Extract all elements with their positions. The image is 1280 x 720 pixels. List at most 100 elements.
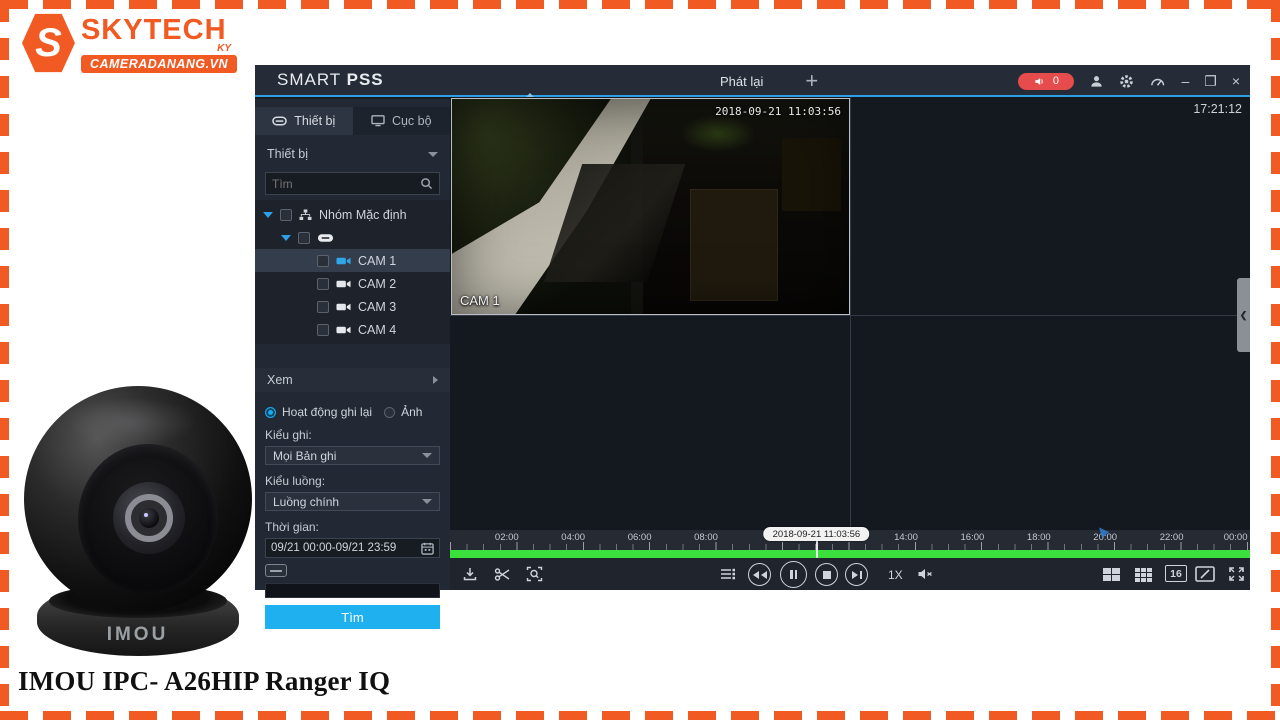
monitor-icon: [371, 115, 385, 127]
timeline-playhead[interactable]: [816, 541, 818, 558]
imou-camera-product-photo: IMOU: [15, 386, 260, 662]
custom-split-icon: [1195, 566, 1215, 582]
cam2-checkbox[interactable]: [317, 277, 329, 290]
product-caption: IMOU IPC- A26HIP Ranger IQ: [18, 666, 391, 696]
device-checkbox[interactable]: [298, 231, 310, 244]
cctv-street-scene: [452, 99, 849, 314]
record-type-select[interactable]: Mọi Bản ghi: [265, 446, 440, 465]
scissors-icon: [494, 567, 509, 581]
rewind-button[interactable]: [748, 563, 771, 586]
camera-lens-pupil: [139, 508, 159, 528]
add-tab-button[interactable]: +: [805, 70, 818, 92]
cam3-checkbox[interactable]: [317, 300, 329, 313]
camera-icon: [336, 326, 351, 333]
view-section-header[interactable]: Xem: [255, 368, 450, 392]
frame-border-top: [0, 0, 1280, 9]
custom-split-button[interactable]: [1195, 564, 1215, 584]
brand-smart: SMART: [277, 70, 341, 89]
mute-button[interactable]: [915, 564, 935, 584]
alarm-count: 0: [1052, 75, 1060, 87]
chevron-right-icon: [433, 376, 438, 384]
device-filter-label: Thiết bị: [267, 147, 308, 161]
minimize-button[interactable]: –: [1181, 74, 1189, 88]
alarm-counter-badge[interactable]: 0: [1018, 72, 1075, 90]
fullscreen-icon: [1228, 567, 1244, 581]
radio-picture[interactable]: [384, 406, 396, 418]
device-search-box[interactable]: [265, 172, 440, 195]
stop-button[interactable]: [815, 563, 838, 586]
split-16-label: 16: [1170, 567, 1182, 580]
tree-cam-row-4[interactable]: CAM 4: [255, 318, 450, 341]
radio-record-activity-label: Hoạt động ghi lại: [282, 405, 373, 419]
close-button[interactable]: ×: [1232, 74, 1240, 88]
camera-icon: [336, 280, 351, 287]
stream-type-label: Kiểu luồng:: [265, 474, 326, 488]
smart-search-button[interactable]: [524, 564, 544, 584]
stream-type-select[interactable]: Luồng chính: [265, 492, 440, 511]
maximize-button[interactable]: ❐: [1204, 74, 1217, 88]
timeline-current-time: 2018-09-21 11:03:56: [772, 528, 861, 540]
download-button[interactable]: [460, 564, 480, 584]
playback-timeline[interactable]: 02:00 04:00 06:00 08:00 14:00 16:00 18:0…: [450, 524, 1250, 558]
sidebar-tab-local[interactable]: Cục bộ: [352, 107, 450, 135]
user-icon[interactable]: [1089, 74, 1104, 89]
smartpss-window: SMART PSS Phát lại + 0 – ❐ × 17:21:12 Th…: [255, 65, 1250, 629]
group-checkbox[interactable]: [280, 208, 292, 221]
split-4-button[interactable]: [1101, 564, 1121, 584]
calendar-icon[interactable]: [421, 542, 434, 555]
tree-group-row[interactable]: Nhóm Mặc định: [255, 203, 450, 226]
time-range-input[interactable]: [271, 542, 417, 554]
cam1-checkbox[interactable]: [317, 254, 329, 267]
settings-gear-icon[interactable]: [1119, 74, 1134, 89]
fullscreen-button[interactable]: [1226, 564, 1246, 584]
playback-speed[interactable]: 1X: [888, 568, 903, 582]
chevron-down-icon: [428, 151, 438, 157]
panel-collapse-handle[interactable]: ❮: [1237, 278, 1250, 352]
tree-expand-icon[interactable]: [281, 234, 291, 241]
play-settings-button[interactable]: [718, 564, 738, 584]
tree-cam-row-3[interactable]: CAM 3: [255, 295, 450, 318]
device-search-input[interactable]: [272, 176, 420, 191]
tree-cam-row-2[interactable]: CAM 2: [255, 272, 450, 295]
camera-icon: [336, 257, 351, 264]
split-16-button[interactable]: 16: [1165, 565, 1187, 582]
next-frame-button[interactable]: [845, 563, 868, 586]
camera-brand-text: IMOU: [106, 624, 169, 645]
tree-cam-row-1[interactable]: CAM 1: [255, 249, 450, 272]
radio-picture-label: Ảnh: [401, 405, 423, 419]
tab-playback[interactable]: Phát lại: [720, 74, 763, 89]
speaker-icon: [1035, 77, 1043, 85]
view-label: Xem: [267, 373, 293, 387]
grid-9-icon: [1134, 567, 1152, 582]
device-filter-dropdown[interactable]: Thiết bị: [255, 142, 450, 166]
clip-button[interactable]: [492, 564, 512, 584]
video-cell-cam1[interactable]: 2018-09-21 11:03:56 CAM 1: [451, 98, 850, 315]
search-icon[interactable]: [420, 177, 433, 190]
timeline-major-ticks: [450, 542, 1250, 550]
time-range-field[interactable]: [265, 538, 440, 558]
sidebar-tab-device[interactable]: Thiết bị: [255, 107, 353, 135]
timeline-recorded-bar[interactable]: [450, 550, 1250, 558]
tree-device-row[interactable]: [255, 226, 450, 249]
search-button[interactable]: Tìm: [265, 605, 440, 629]
tree-expand-icon[interactable]: [263, 211, 273, 218]
timeline-current-time-pill[interactable]: 2018-09-21 11:03:56: [763, 527, 870, 541]
tree-cam4-label: CAM 4: [358, 322, 397, 337]
pause-button[interactable]: [780, 561, 807, 588]
muted-speaker-icon: [918, 569, 932, 579]
grid-divider-horizontal: [450, 315, 1250, 316]
stop-icon: [822, 570, 831, 579]
video-osd-timestamp: 2018-09-21 11:03:56: [715, 105, 841, 118]
brand-pss: PSS: [346, 70, 384, 89]
titlebar: SMART PSS Phát lại + 0 – ❐ ×: [255, 65, 1250, 98]
split-9-button[interactable]: [1133, 564, 1153, 584]
tree-cam2-label: CAM 2: [358, 276, 397, 291]
grid-4-icon: [1102, 567, 1120, 581]
skytech-logo: S SKYTECH KY CAMERADANANG.VN: [22, 12, 237, 76]
radio-record-activity[interactable]: [265, 406, 276, 418]
camera-icon: [336, 303, 351, 310]
cam4-checkbox[interactable]: [317, 323, 329, 336]
tree-group-label: Nhóm Mặc định: [319, 207, 407, 222]
dashboard-gauge-icon[interactable]: [1149, 74, 1166, 89]
video-osd-cam-label: CAM 1: [460, 293, 500, 308]
